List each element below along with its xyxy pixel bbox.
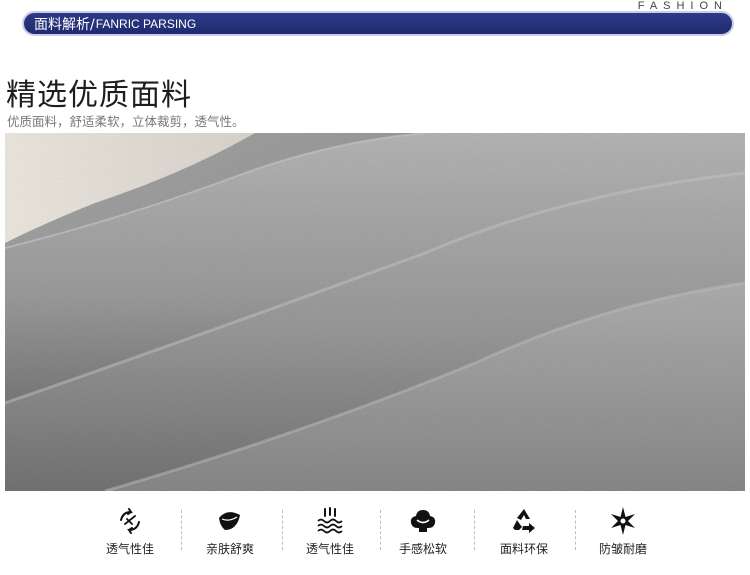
feature-item-soft-feel: 手感松软 (373, 500, 473, 570)
feature-label: 透气性佳 (105, 542, 154, 556)
breathable-arrows-icon (120, 508, 140, 534)
feature-item-eco: 面料环保 (474, 500, 574, 570)
feature-item-breathable: 透气性佳 (80, 500, 180, 570)
feature-label: 亲肤舒爽 (205, 542, 254, 556)
feature-item-anti-wrinkle: 防皱耐磨 (573, 500, 673, 570)
banner-title-en: FANRIC PARSING (95, 16, 197, 31)
feature-label: 面料环保 (499, 542, 548, 556)
page-title: 精选优质面料 (6, 78, 192, 113)
feature-label: 手感松软 (398, 542, 447, 556)
soft-hand-icon (410, 510, 436, 532)
page-subtitle: 优质面料，舒适柔软，立体裁剪，透气性。 (7, 114, 245, 129)
feature-item-skin-friendly: 亲肤舒爽 (180, 500, 280, 570)
feature-item-breathable-steam: 透气性佳 (280, 500, 380, 570)
banner-title-cn: 面料解析/ (34, 16, 95, 33)
feature-list: 透气性佳 亲肤舒爽 透气性佳 手感松软 面料环保 防皱耐磨 (0, 500, 750, 570)
fabric-photo (5, 133, 745, 491)
steam-waves-icon (317, 507, 343, 534)
feature-label: 防皱耐磨 (598, 542, 647, 556)
star-burst-icon (611, 507, 635, 535)
leaf-icon (219, 512, 240, 530)
section-banner: 面料解析/ FANRIC PARSING (22, 11, 734, 36)
recycle-icon (513, 509, 535, 533)
feature-label: 透气性佳 (305, 542, 354, 556)
fabric-texture-image (5, 133, 745, 491)
